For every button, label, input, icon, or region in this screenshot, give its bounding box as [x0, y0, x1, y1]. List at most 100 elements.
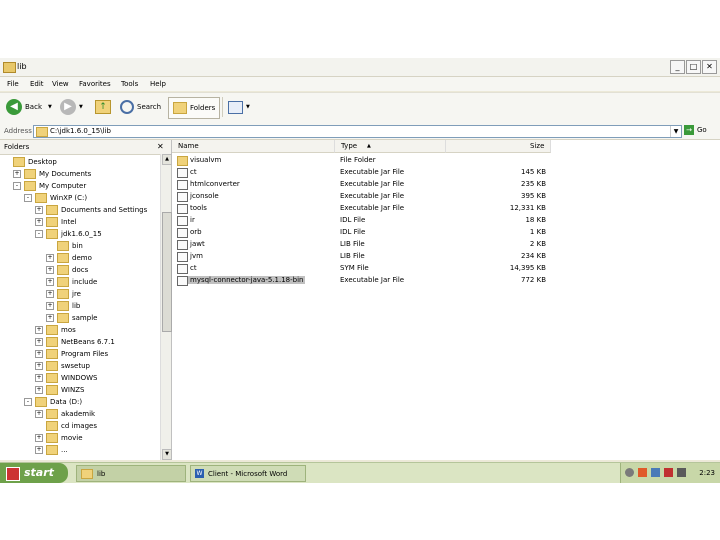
- expand-icon[interactable]: +: [46, 289, 54, 298]
- expand-icon[interactable]: +: [35, 433, 43, 442]
- expand-icon[interactable]: +: [35, 385, 43, 394]
- tree-item[interactable]: + demo: [46, 252, 92, 263]
- close-pane-icon[interactable]: ✕: [157, 142, 164, 151]
- tree-item[interactable]: + swsetup: [35, 360, 90, 371]
- start-button[interactable]: start: [0, 463, 68, 483]
- address-dropdown[interactable]: ▼: [670, 126, 681, 137]
- file-row[interactable]: htmlconverter Executable Jar File 235 KB: [172, 178, 572, 190]
- expand-icon[interactable]: +: [46, 277, 54, 286]
- folder-icon: [57, 240, 69, 251]
- expand-icon[interactable]: +: [35, 205, 43, 214]
- tree-item[interactable]: + Documents and Settings: [35, 204, 147, 215]
- tray-chevron-icon[interactable]: [625, 468, 634, 477]
- tree-item[interactable]: + My Documents: [13, 168, 91, 179]
- column-type[interactable]: Type ▲: [335, 140, 446, 153]
- menu-favorites[interactable]: Favorites: [79, 80, 111, 88]
- tree-item[interactable]: + mos: [35, 324, 76, 335]
- file-row[interactable]: ir IDL File 18 KB: [172, 214, 572, 226]
- tray-security-icon[interactable]: [664, 468, 673, 477]
- file-row[interactable]: tools Executable Jar File 12,331 KB: [172, 202, 572, 214]
- tree-item[interactable]: + WINZS: [35, 384, 84, 395]
- file-size: 18 KB: [525, 216, 546, 224]
- file-type: Executable Jar File: [340, 276, 405, 284]
- file-row[interactable]: orb IDL File 1 KB: [172, 226, 572, 238]
- expand-icon[interactable]: +: [13, 169, 21, 178]
- tree-item[interactable]: cd images: [35, 420, 97, 431]
- tree-item[interactable]: + akademik: [35, 408, 95, 419]
- tree-item[interactable]: + jre: [46, 288, 81, 299]
- go-button[interactable]: → Go: [684, 125, 707, 135]
- tray-network-icon[interactable]: [651, 468, 660, 477]
- expand-icon[interactable]: +: [35, 445, 43, 454]
- file-row[interactable]: jvm LIB File 234 KB: [172, 250, 572, 262]
- collapse-icon[interactable]: -: [35, 229, 43, 238]
- menu-edit[interactable]: Edit: [30, 80, 44, 88]
- tree-item[interactable]: + sample: [46, 312, 97, 323]
- tree-item[interactable]: + lib: [46, 300, 80, 311]
- file-row[interactable]: mysql-connector-java-5.1.18-bin Executabl…: [172, 274, 572, 286]
- collapse-icon[interactable]: -: [24, 193, 32, 202]
- expand-icon[interactable]: +: [35, 409, 43, 418]
- expand-icon[interactable]: +: [46, 253, 54, 262]
- close-button[interactable]: ✕: [702, 60, 717, 74]
- tree-item[interactable]: + docs: [46, 264, 88, 275]
- minimize-button[interactable]: _: [670, 60, 685, 74]
- expand-icon[interactable]: +: [35, 217, 43, 226]
- task-word[interactable]: W Client - Microsoft Word: [190, 465, 306, 482]
- menu-view[interactable]: View: [52, 80, 69, 88]
- tree-item[interactable]: +...: [35, 444, 68, 455]
- tree-item[interactable]: + WINDOWS: [35, 372, 98, 383]
- expand-icon[interactable]: +: [46, 265, 54, 274]
- file-row[interactable]: jconsole Executable Jar File 395 KB: [172, 190, 572, 202]
- views-button[interactable]: ▼: [228, 98, 250, 116]
- tree-item[interactable]: + movie: [35, 432, 83, 443]
- column-size[interactable]: Size: [446, 140, 551, 153]
- scroll-thumb[interactable]: [162, 212, 172, 332]
- menu-help[interactable]: Help: [150, 80, 166, 88]
- folders-button[interactable]: Folders: [168, 97, 221, 119]
- tree-item[interactable]: - WinXP (C:): [24, 192, 87, 203]
- tree-scrollbar[interactable]: ▲ ▼: [160, 154, 172, 460]
- tree-item[interactable]: + include: [46, 276, 97, 287]
- file-row[interactable]: ct Executable Jar File 145 KB: [172, 166, 572, 178]
- column-size-label: Size: [530, 142, 545, 150]
- scroll-down-icon[interactable]: ▼: [162, 449, 172, 460]
- tree-item[interactable]: + Intel: [35, 216, 77, 227]
- tray-volume-icon[interactable]: [677, 468, 686, 477]
- scroll-up-icon[interactable]: ▲: [162, 154, 172, 165]
- tree-item[interactable]: - jdk1.6.0_15: [35, 228, 102, 239]
- menu-file[interactable]: File: [7, 80, 19, 88]
- column-name[interactable]: Name: [172, 140, 335, 153]
- file-row[interactable]: jawt LIB File 2 KB: [172, 238, 572, 250]
- address-bar: Address C:\jdk1.6.0_15\lib ▼ → Go: [0, 123, 720, 140]
- search-button[interactable]: Search: [120, 98, 161, 116]
- up-folder-button[interactable]: ↑: [95, 98, 111, 116]
- expand-icon[interactable]: +: [35, 361, 43, 370]
- tree-item[interactable]: + Program Files: [35, 348, 108, 359]
- expand-icon[interactable]: +: [35, 337, 43, 346]
- tree-item[interactable]: + NetBeans 6.7.1: [35, 336, 115, 347]
- expand-icon[interactable]: +: [46, 301, 54, 310]
- file-row[interactable]: ct SYM File 14,395 KB: [172, 262, 572, 274]
- file-row[interactable]: visualvm File Folder: [172, 154, 572, 166]
- forward-button[interactable]: ▶ ▼: [60, 98, 83, 116]
- expand-icon[interactable]: +: [35, 373, 43, 382]
- address-input[interactable]: C:\jdk1.6.0_15\lib ▼: [33, 125, 682, 138]
- menu-tools[interactable]: Tools: [121, 80, 138, 88]
- collapse-icon[interactable]: -: [13, 181, 21, 190]
- expand-icon[interactable]: +: [35, 349, 43, 358]
- tree-item[interactable]: - My Computer: [13, 180, 86, 191]
- maximize-button[interactable]: □: [686, 60, 701, 74]
- tree-item[interactable]: bin: [46, 240, 83, 251]
- back-button[interactable]: ◀ Back ▼: [6, 98, 52, 116]
- expand-icon[interactable]: +: [46, 313, 54, 322]
- tree-item[interactable]: - Data (D:): [24, 396, 82, 407]
- expand-icon[interactable]: +: [35, 325, 43, 334]
- tray-app-icon[interactable]: [638, 468, 647, 477]
- task-lib[interactable]: lib: [76, 465, 186, 482]
- folder-icon: [57, 264, 69, 275]
- task-label: Client - Microsoft Word: [208, 469, 288, 478]
- title-bar[interactable]: lib _ □ ✕: [0, 58, 720, 77]
- tree-item[interactable]: Desktop: [2, 156, 57, 167]
- collapse-icon[interactable]: -: [24, 397, 32, 406]
